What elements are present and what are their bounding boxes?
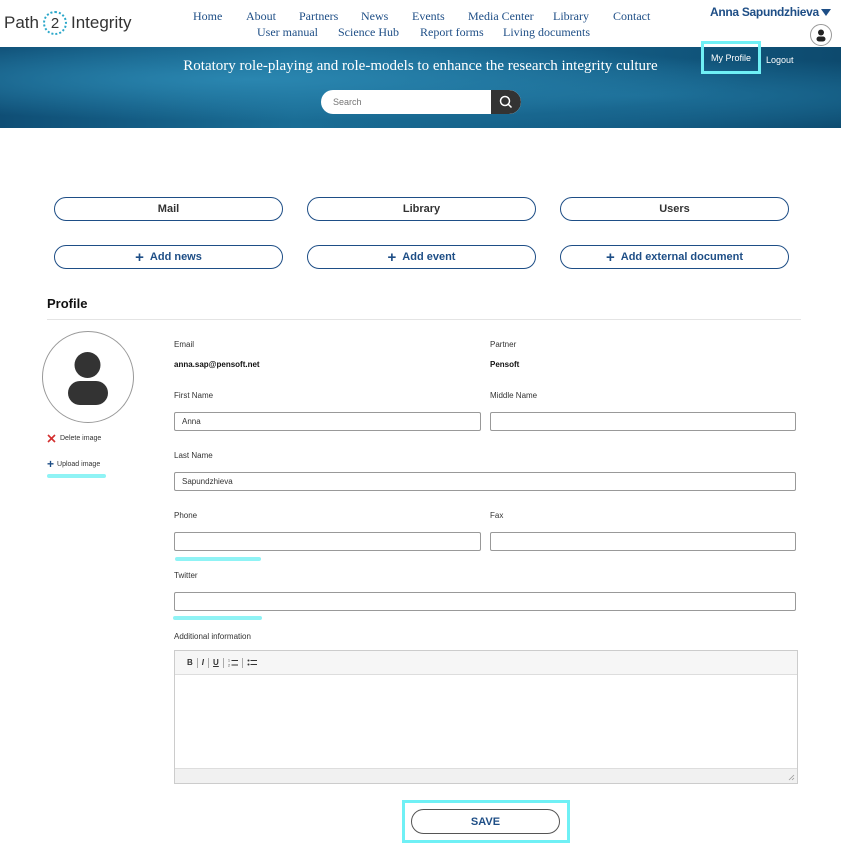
highlight-underline bbox=[175, 557, 261, 561]
profile-title: Profile bbox=[47, 296, 88, 311]
phone-label: Phone bbox=[174, 511, 198, 520]
fax-field[interactable] bbox=[490, 532, 796, 551]
underline-button[interactable]: U bbox=[209, 657, 223, 669]
library-button[interactable]: Library bbox=[307, 197, 536, 221]
logo-text-integrity: Integrity bbox=[70, 13, 132, 32]
search-input[interactable] bbox=[321, 90, 491, 114]
twitter-label: Twitter bbox=[174, 571, 198, 580]
divider bbox=[47, 319, 801, 320]
fax-label: Fax bbox=[490, 511, 504, 520]
nav-user-manual[interactable]: User manual bbox=[257, 25, 318, 40]
highlight-underline bbox=[47, 474, 106, 478]
last-name-label: Last Name bbox=[174, 451, 213, 460]
email-label: Email bbox=[174, 340, 195, 349]
nav-science-hub[interactable]: Science Hub bbox=[338, 25, 399, 40]
users-button[interactable]: Users bbox=[560, 197, 789, 221]
first-name-label: First Name bbox=[174, 391, 214, 400]
nav-news[interactable]: News bbox=[361, 9, 388, 24]
nav-contact[interactable]: Contact bbox=[613, 9, 650, 24]
search-icon bbox=[499, 95, 513, 109]
add-event-label: Add event bbox=[402, 251, 456, 263]
italic-button[interactable]: I bbox=[198, 657, 208, 669]
ordered-list-icon[interactable]: 12 bbox=[224, 657, 242, 669]
add-external-document-label: Add external document bbox=[620, 251, 743, 263]
first-name-field[interactable] bbox=[174, 412, 481, 431]
upload-image-link[interactable]: + Upload image bbox=[47, 458, 100, 470]
add-external-document-button[interactable]: + Add external document bbox=[560, 245, 789, 269]
delete-image-label: Delete image bbox=[60, 435, 102, 442]
middle-name-label: Middle Name bbox=[490, 391, 538, 400]
nav-library[interactable]: Library bbox=[553, 9, 589, 24]
logout-link[interactable]: Logout bbox=[766, 55, 794, 65]
phone-field[interactable] bbox=[174, 532, 481, 551]
close-icon bbox=[47, 434, 56, 443]
upload-image-label: Upload image bbox=[57, 460, 101, 468]
last-name-field[interactable] bbox=[174, 472, 796, 491]
user-avatar-icon[interactable] bbox=[810, 24, 832, 46]
save-button[interactable]: SAVE bbox=[411, 809, 560, 834]
nav-media-center[interactable]: Media Center bbox=[468, 9, 534, 24]
my-profile-link[interactable]: My Profile bbox=[701, 41, 761, 74]
svg-text:1: 1 bbox=[228, 659, 230, 663]
add-event-button[interactable]: + Add event bbox=[307, 245, 536, 269]
delete-image-link[interactable]: Delete image bbox=[47, 434, 101, 443]
mail-button-label: Mail bbox=[157, 203, 180, 215]
add-news-label: Add news bbox=[149, 251, 202, 263]
svg-text:2: 2 bbox=[228, 664, 230, 668]
add-news-button[interactable]: + Add news bbox=[54, 245, 283, 269]
editor-statusbar bbox=[175, 768, 797, 783]
bullet-list-icon[interactable] bbox=[243, 657, 261, 669]
bold-button[interactable]: B bbox=[183, 657, 197, 669]
mail-button[interactable]: Mail bbox=[54, 197, 283, 221]
resize-handle-icon[interactable] bbox=[787, 773, 795, 781]
nav-living-documents[interactable]: Living documents bbox=[503, 25, 590, 40]
editor-toolbar: B I U 12 bbox=[175, 651, 797, 675]
middle-name-field[interactable] bbox=[490, 412, 796, 431]
users-button-label: Users bbox=[659, 203, 690, 215]
plus-icon: + bbox=[47, 457, 55, 471]
caret-down-icon bbox=[820, 9, 831, 17]
site-logo[interactable]: Path 2 Integrity bbox=[4, 9, 131, 37]
nav-events[interactable]: Events bbox=[412, 9, 445, 24]
additional-info-label: Additional information bbox=[174, 632, 251, 641]
plus-icon: + bbox=[135, 248, 144, 266]
additional-info-editor[interactable]: B I U 12 bbox=[174, 650, 798, 784]
search-button[interactable] bbox=[491, 90, 521, 114]
partner-label: Partner bbox=[490, 340, 517, 349]
email-value: anna.sap@pensoft.net bbox=[174, 360, 260, 369]
nav-about[interactable]: About bbox=[246, 9, 276, 24]
plus-icon: + bbox=[387, 248, 397, 266]
user-menu[interactable]: Anna Sapundzhieva bbox=[710, 5, 831, 19]
twitter-field[interactable] bbox=[174, 592, 796, 611]
library-button-label: Library bbox=[402, 203, 441, 215]
nav-report-forms[interactable]: Report forms bbox=[420, 25, 484, 40]
nav-partners[interactable]: Partners bbox=[299, 9, 338, 24]
search-bar bbox=[321, 90, 521, 114]
highlight-underline bbox=[173, 616, 262, 620]
nav-home[interactable]: Home bbox=[193, 9, 222, 24]
logo-number-circle: 2 bbox=[42, 11, 67, 35]
logo-text-path: Path bbox=[4, 13, 39, 32]
profile-avatar-icon bbox=[42, 331, 134, 423]
plus-icon: + bbox=[605, 248, 615, 266]
user-name-label: Anna Sapundzhieva bbox=[710, 5, 819, 19]
partner-value: Pensoft bbox=[490, 360, 520, 369]
